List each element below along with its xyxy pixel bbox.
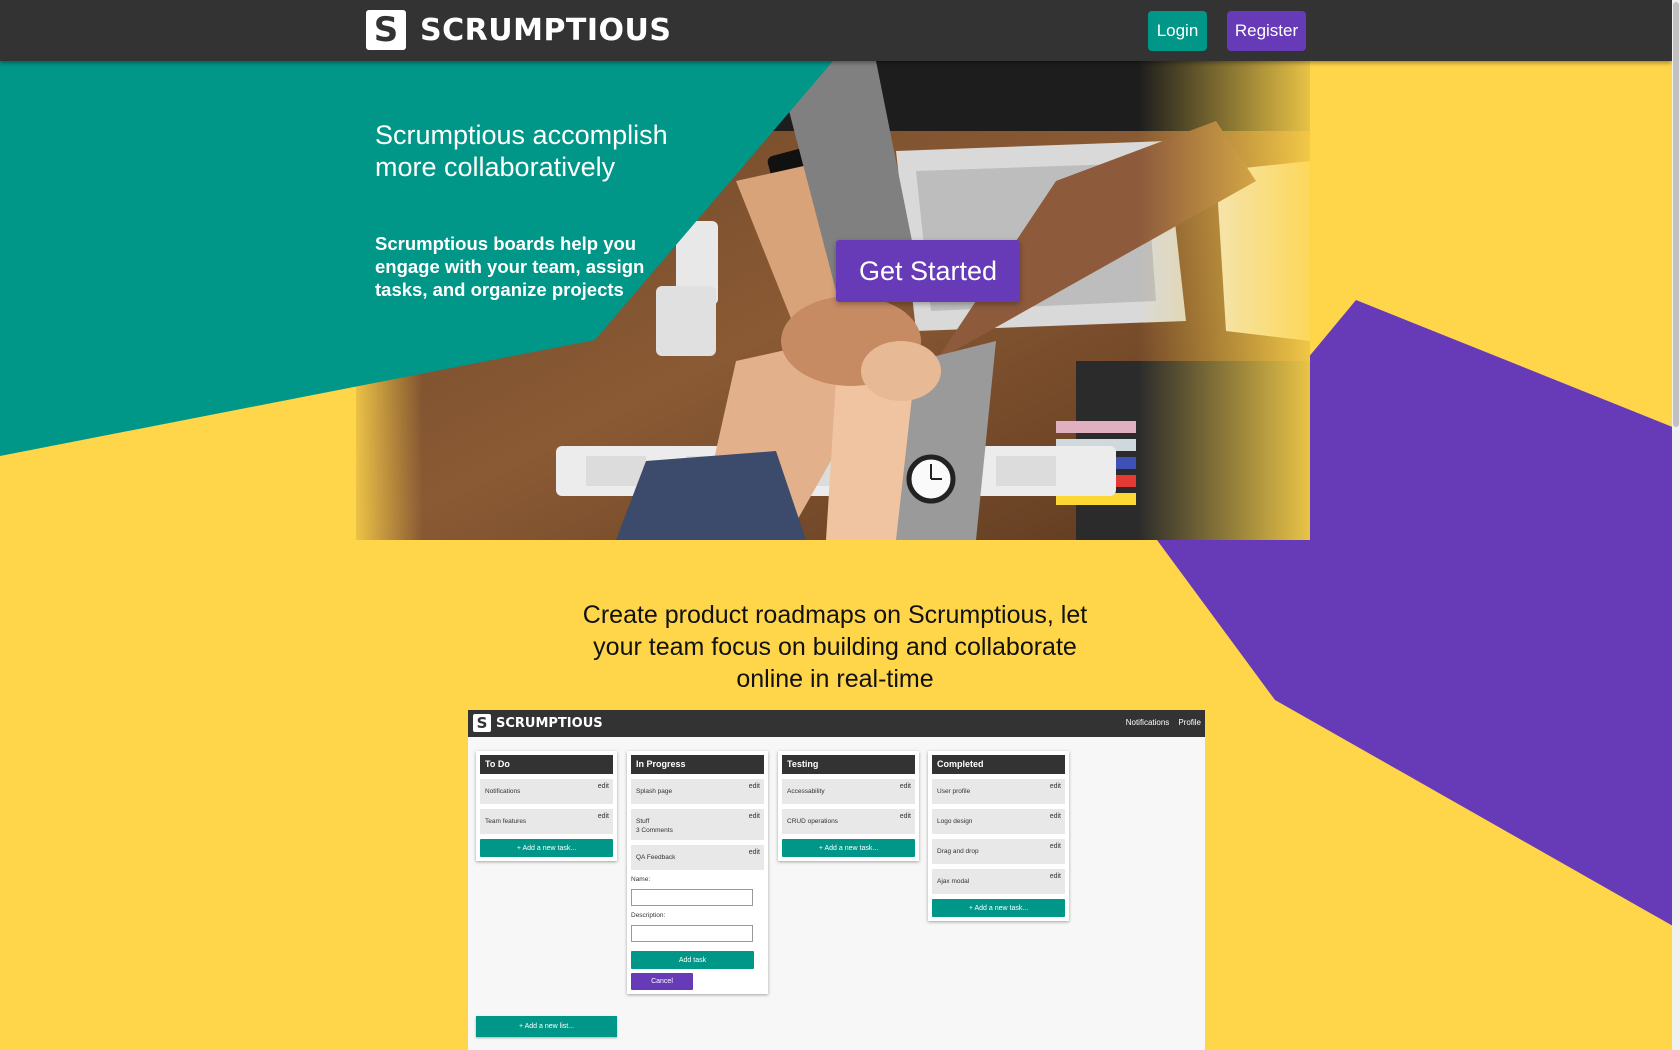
preview-cancel-button: Cancel — [631, 973, 693, 990]
preview-card-edit: edit — [899, 813, 911, 820]
brand-name: SCRUMPTIOUS — [420, 12, 672, 48]
preview-card: Logo design edit — [932, 809, 1065, 834]
preview-add-task: + Add a new task... — [932, 899, 1065, 917]
preview-card-name: Ajax modal — [937, 878, 970, 885]
scrollbar-thumb[interactable] — [1673, 2, 1679, 427]
section-heading: Create product roadmaps on Scrumptious, … — [582, 601, 1088, 693]
preview-card-edit: edit — [748, 783, 760, 790]
preview-card-edit: edit — [1049, 783, 1061, 790]
preview-list-in-progress: In Progress Splash page edit Stuff 3 Comme… — [627, 751, 768, 994]
preview-description-input — [631, 925, 753, 942]
preview-card-name: Stuff — [636, 818, 650, 825]
preview-card-edit: edit — [1049, 843, 1061, 850]
hero-title: Scrumptious accomplish more collaborativ… — [375, 120, 668, 182]
preview-card: Splash page edit — [631, 779, 764, 804]
preview-logo-icon: S — [473, 714, 491, 732]
register-button[interactable]: Register — [1227, 11, 1306, 51]
preview-nav-notifications: Notifications — [1125, 718, 1170, 727]
preview-nav-profile: Profile — [1178, 718, 1201, 727]
preview-list-completed: Completed User profile edit Logo design ed… — [928, 751, 1069, 921]
preview-card: User profile edit — [932, 779, 1065, 804]
preview-card-edit: edit — [748, 813, 760, 820]
preview-description-label: Description: — [631, 912, 666, 919]
preview-card-name: Drag and drop — [937, 848, 979, 855]
preview-list-testing: Testing Accessability edit CRUD operation… — [778, 751, 919, 861]
preview-card-name: User profile — [937, 788, 971, 795]
preview-list-title: To Do — [480, 755, 613, 774]
preview-name-label: Name: — [631, 876, 651, 883]
get-started-button[interactable]: Get Started — [836, 240, 1020, 302]
preview-card-comments: 3 Comments — [636, 827, 673, 834]
preview-list-title: Completed — [932, 755, 1065, 774]
preview-list-title: Testing — [782, 755, 915, 774]
preview-card-edit: edit — [597, 783, 609, 790]
login-button[interactable]: Login — [1148, 11, 1207, 51]
preview-card: Ajax modal edit — [932, 869, 1065, 894]
preview-card-name: Notifications — [485, 788, 521, 795]
preview-card-edit: edit — [748, 849, 760, 856]
preview-card-edit: edit — [1049, 813, 1061, 820]
page-scrollbar[interactable] — [1672, 0, 1680, 1050]
app-preview-screenshot: S SCRUMPTIOUS Notifications Profile To D… — [468, 710, 1205, 1050]
preview-card-edit: edit — [899, 783, 911, 790]
preview-card: CRUD operations edit — [782, 809, 915, 834]
preview-add-list: + Add a new list... — [476, 1016, 617, 1037]
preview-add-task-button: Add task — [631, 951, 754, 969]
logo-icon: S — [366, 10, 406, 50]
brand-logo[interactable]: S SCRUMPTIOUS — [366, 10, 672, 50]
preview-card-name: Splash page — [636, 788, 673, 795]
preview-card-name: Accessability — [787, 788, 825, 795]
preview-name-input — [631, 889, 753, 906]
preview-list-title: In Progress — [631, 755, 764, 774]
preview-logo: S SCRUMPTIOUS — [473, 714, 603, 732]
preview-card: Team features edit — [480, 809, 613, 834]
preview-list-todo: To Do Notifications edit Team features edi… — [476, 751, 617, 861]
preview-card-name: QA Feedback — [636, 854, 676, 861]
hero-subtitle: Scrumptious boards help you engage with … — [375, 233, 645, 300]
preview-nav: Notifications Profile — [1126, 718, 1201, 727]
preview-card-name: Team features — [485, 818, 527, 825]
preview-add-task: + Add a new task... — [782, 839, 915, 857]
preview-card: Notifications edit — [480, 779, 613, 804]
preview-card-edit: edit — [597, 813, 609, 820]
preview-card: Stuff 3 Comments edit — [631, 809, 764, 840]
preview-add-task: + Add a new task... — [480, 839, 613, 857]
preview-card-name: CRUD operations — [787, 818, 838, 825]
preview-navbar: S SCRUMPTIOUS Notifications Profile — [468, 710, 1205, 737]
preview-card: Drag and drop edit — [932, 839, 1065, 864]
navbar: S SCRUMPTIOUS Login Register — [0, 0, 1672, 61]
preview-card: Accessability edit — [782, 779, 915, 804]
preview-brand-name: SCRUMPTIOUS — [496, 715, 603, 731]
preview-card-edit: edit — [1049, 873, 1061, 880]
preview-card-name: Logo design — [937, 818, 973, 825]
preview-card: QA Feedback edit — [631, 845, 764, 870]
